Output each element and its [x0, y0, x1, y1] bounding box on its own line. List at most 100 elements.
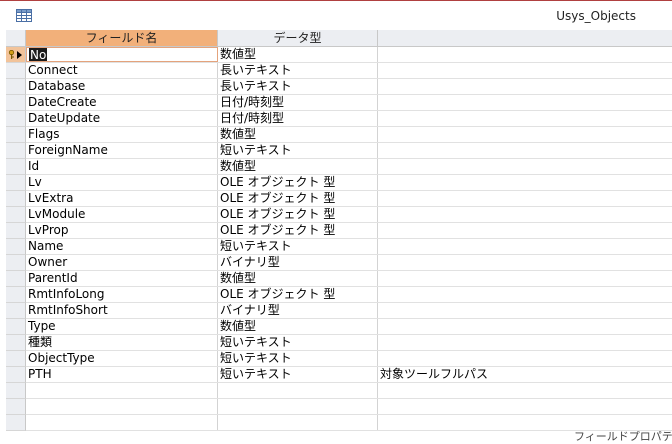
data-type-cell[interactable]: 数値型 [218, 127, 378, 142]
select-all-corner[interactable] [6, 30, 26, 47]
description-cell[interactable] [378, 351, 672, 366]
field-name-cell[interactable]: Flags [26, 127, 218, 142]
table-row[interactable]: 種類 短いテキスト [26, 335, 672, 351]
description-cell[interactable] [378, 175, 672, 190]
table-row[interactable]: Connect 長いテキスト [26, 63, 672, 79]
field-name-cell[interactable]: Type [26, 319, 218, 334]
table-row[interactable]: Id 数値型 [26, 159, 672, 175]
row-selector[interactable] [6, 383, 26, 399]
data-type-cell[interactable]: 短いテキスト [218, 143, 378, 158]
field-name-cell[interactable]: Database [26, 79, 218, 94]
description-cell[interactable] [378, 239, 672, 254]
description-cell[interactable] [378, 383, 672, 398]
field-name-cell[interactable] [26, 383, 218, 398]
description-cell[interactable] [378, 207, 672, 222]
description-cell[interactable] [378, 303, 672, 318]
table-row[interactable]: PTH 短いテキスト 対象ツールフルパス [26, 367, 672, 383]
row-selector[interactable] [6, 415, 26, 431]
field-name-cell[interactable]: ObjectType [26, 351, 218, 366]
data-type-cell[interactable]: 数値型 [218, 47, 378, 62]
data-type-cell[interactable]: 短いテキスト [218, 335, 378, 350]
field-name-cell[interactable] [26, 415, 218, 430]
description-cell[interactable] [378, 255, 672, 270]
data-type-cell[interactable] [218, 415, 378, 430]
field-name-cell[interactable]: Id [26, 159, 218, 174]
table-row[interactable]: LvModule OLE オブジェクト 型 [26, 207, 672, 223]
field-name-cell[interactable]: LvModule [26, 207, 218, 222]
row-selector[interactable] [6, 159, 26, 175]
field-name-cell[interactable]: DateUpdate [26, 111, 218, 126]
data-type-cell[interactable]: OLE オブジェクト 型 [218, 223, 378, 238]
table-row[interactable]: ObjectType 短いテキスト [26, 351, 672, 367]
data-type-cell[interactable]: バイナリ型 [218, 303, 378, 318]
data-type-cell[interactable]: 数値型 [218, 159, 378, 174]
data-type-cell[interactable]: 長いテキスト [218, 63, 378, 78]
row-selector[interactable] [6, 271, 26, 287]
field-name-cell[interactable]: LvProp [26, 223, 218, 238]
data-type-cell[interactable] [218, 383, 378, 398]
column-header-description[interactable] [378, 30, 672, 47]
description-cell[interactable] [378, 159, 672, 174]
field-name-cell[interactable]: RmtInfoLong [26, 287, 218, 302]
field-name-cell[interactable]: 種類 [26, 335, 218, 350]
row-selector-column[interactable] [6, 47, 26, 431]
field-name-cell[interactable]: No [26, 47, 218, 62]
table-row[interactable] [26, 399, 672, 415]
table-row[interactable]: Database 長いテキスト [26, 79, 672, 95]
row-selector[interactable] [6, 367, 26, 383]
field-name-cell[interactable]: ParentId [26, 271, 218, 286]
row-selector[interactable] [6, 175, 26, 191]
row-selector[interactable] [6, 223, 26, 239]
table-row[interactable]: RmtInfoLong OLE オブジェクト 型 [26, 287, 672, 303]
row-selector[interactable] [6, 207, 26, 223]
data-type-cell[interactable]: 長いテキスト [218, 79, 378, 94]
table-row[interactable]: Flags 数値型 [26, 127, 672, 143]
row-selector[interactable] [6, 287, 26, 303]
data-type-cell[interactable]: 短いテキスト [218, 367, 378, 382]
field-name-cell[interactable]: ForeignName [26, 143, 218, 158]
row-selector[interactable] [6, 303, 26, 319]
table-row[interactable]: RmtInfoShort バイナリ型 [26, 303, 672, 319]
description-cell[interactable] [378, 111, 672, 126]
description-cell[interactable] [378, 399, 672, 414]
table-row[interactable]: Lv OLE オブジェクト 型 [26, 175, 672, 191]
row-selector[interactable] [6, 79, 26, 95]
data-type-cell[interactable]: 数値型 [218, 319, 378, 334]
data-type-cell[interactable]: 日付/時刻型 [218, 95, 378, 110]
row-selector[interactable] [6, 47, 26, 63]
data-type-cell[interactable]: 日付/時刻型 [218, 111, 378, 126]
description-cell[interactable] [378, 127, 672, 142]
description-cell[interactable] [378, 95, 672, 110]
column-header-field-name[interactable]: フィールド名 [26, 30, 218, 47]
field-name-cell[interactable]: Connect [26, 63, 218, 78]
row-selector[interactable] [6, 143, 26, 159]
row-selector[interactable] [6, 111, 26, 127]
row-selector[interactable] [6, 127, 26, 143]
table-row[interactable]: Owner バイナリ型 [26, 255, 672, 271]
description-cell[interactable] [378, 335, 672, 350]
table-row[interactable]: DateUpdate 日付/時刻型 [26, 111, 672, 127]
field-name-cell[interactable]: RmtInfoShort [26, 303, 218, 318]
data-type-cell[interactable]: バイナリ型 [218, 255, 378, 270]
description-cell[interactable]: 対象ツールフルパス [378, 367, 672, 382]
data-type-cell[interactable]: OLE オブジェクト 型 [218, 207, 378, 222]
row-selector[interactable] [6, 63, 26, 79]
table-row[interactable]: No 数値型 [26, 47, 672, 63]
data-type-cell[interactable]: 短いテキスト [218, 351, 378, 366]
row-selector[interactable] [6, 335, 26, 351]
field-name-cell[interactable]: Lv [26, 175, 218, 190]
table-row[interactable]: LvProp OLE オブジェクト 型 [26, 223, 672, 239]
row-selector[interactable] [6, 95, 26, 111]
row-selector[interactable] [6, 399, 26, 415]
field-name-cell[interactable]: LvExtra [26, 191, 218, 206]
table-row[interactable]: DateCreate 日付/時刻型 [26, 95, 672, 111]
table-row[interactable]: Type 数値型 [26, 319, 672, 335]
description-cell[interactable] [378, 223, 672, 238]
field-name-cell[interactable]: Name [26, 239, 218, 254]
table-row[interactable]: ParentId 数値型 [26, 271, 672, 287]
description-cell[interactable] [378, 47, 672, 62]
data-type-cell[interactable]: OLE オブジェクト 型 [218, 287, 378, 302]
row-selector[interactable] [6, 191, 26, 207]
field-name-cell[interactable]: Owner [26, 255, 218, 270]
column-header-data-type[interactable]: データ型 [218, 30, 378, 47]
